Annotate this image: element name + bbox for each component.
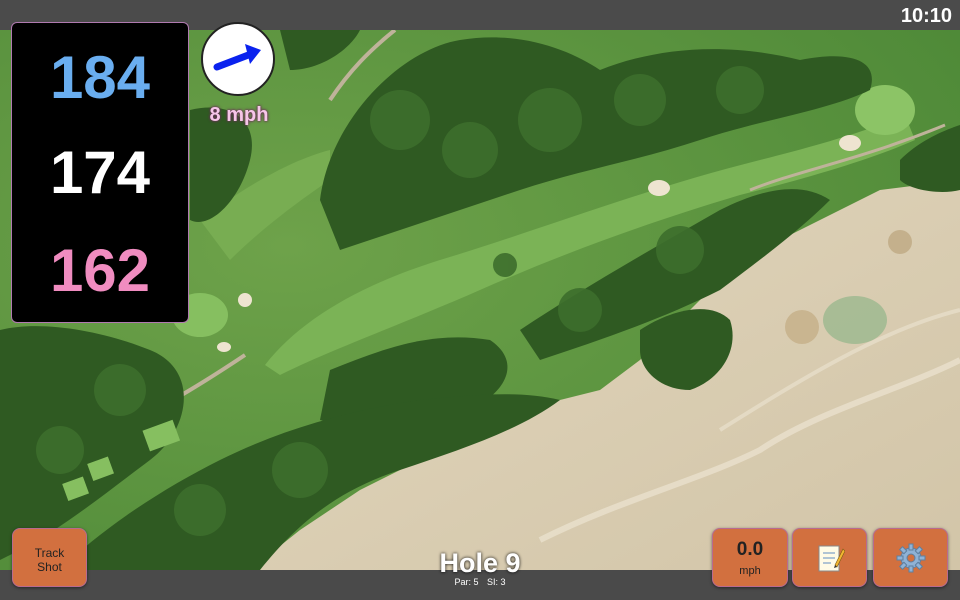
track-shot-button[interactable]: Track Shot	[12, 528, 87, 587]
settings-button[interactable]	[873, 528, 948, 587]
par-value: Par: 5	[454, 577, 479, 587]
wind-indicator	[201, 22, 275, 96]
front-distance: 162	[49, 237, 151, 304]
clock: 10:10	[900, 5, 952, 27]
speed-unit: mph	[739, 565, 761, 577]
speed-value: 0.0	[736, 539, 764, 560]
track-shot-label-1: Track	[34, 546, 65, 560]
notepad-icon	[818, 545, 845, 571]
hole-title: Hole 9	[439, 548, 521, 578]
track-shot-label-2: Shot	[37, 560, 62, 574]
wind-speed: 8 mph	[209, 104, 269, 126]
arrow-right-icon	[213, 44, 261, 71]
hole-info: Par: 5 SI: 3	[380, 577, 580, 587]
gear-icon	[896, 543, 925, 572]
distance-panel: 184 174 162	[11, 22, 189, 323]
stroke-index: SI: 3	[487, 577, 506, 587]
middle-distance: 174	[49, 139, 151, 206]
back-distance: 184	[49, 44, 151, 111]
notes-button[interactable]	[792, 528, 867, 587]
speed-button[interactable]: 0.0 mph	[712, 528, 788, 587]
